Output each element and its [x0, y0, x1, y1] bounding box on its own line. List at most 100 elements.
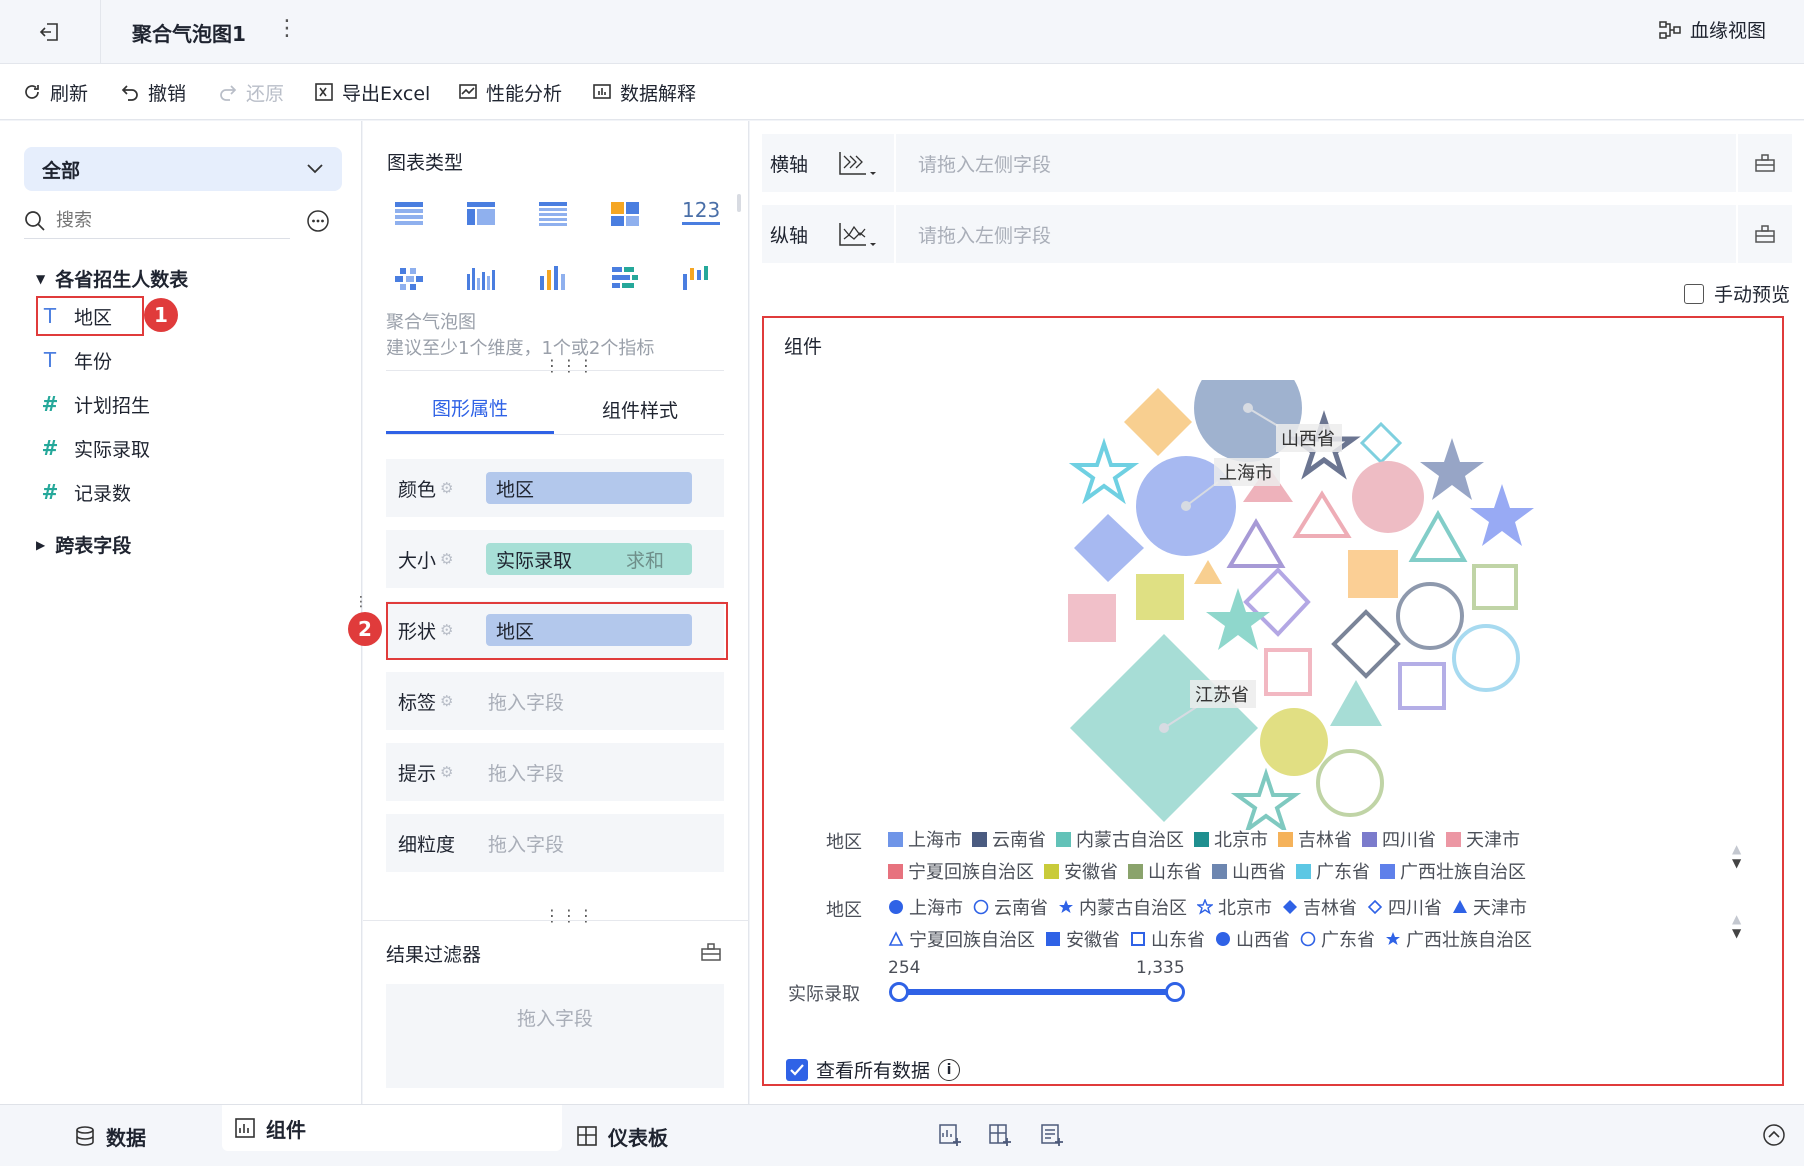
shape-legend-item[interactable]: 云南省	[973, 894, 1048, 920]
legend-scroll-down-icon[interactable]: ▼	[1732, 926, 1741, 940]
color-legend-item[interactable]: 北京市	[1194, 826, 1268, 852]
view-all-data-checkbox[interactable]	[786, 1058, 808, 1081]
undo-button[interactable]: 撤销	[120, 64, 186, 120]
shape-legend-item[interactable]: 四川省	[1367, 894, 1442, 920]
y-axis-settings-icon[interactable]	[1738, 224, 1792, 244]
field-item-year[interactable]: T 年份	[40, 342, 112, 378]
waterfall-chart-icon[interactable]	[682, 264, 712, 292]
manual-preview-toggle[interactable]: 手动预览	[1684, 280, 1790, 307]
redo-button[interactable]: 还原	[218, 64, 284, 120]
bubble-diamond-hollow[interactable]	[1359, 421, 1403, 465]
cross-table-node[interactable]: ▶ 跨表字段	[36, 531, 131, 558]
multi-bar-chart-icon[interactable]	[466, 264, 496, 292]
bubble-square-hollow-green[interactable]	[1472, 564, 1518, 610]
x-axis-dropzone[interactable]: 请拖入左侧字段	[896, 150, 1736, 177]
gear-icon[interactable]: ⚙	[440, 550, 453, 568]
y-axis-dropzone[interactable]: 请拖入左侧字段	[896, 221, 1736, 248]
bubble-square-pink[interactable]	[1068, 594, 1116, 642]
detail-table-chart-icon[interactable]	[538, 200, 568, 228]
x-axis-type-icon[interactable]	[824, 148, 888, 178]
bubble-square-yellow[interactable]	[1136, 574, 1184, 620]
performance-analysis-button[interactable]: 性能分析	[458, 64, 562, 120]
search-input[interactable]	[56, 210, 256, 231]
bubble-jilin[interactable]	[1124, 388, 1192, 456]
bubble-pink-circle[interactable]	[1352, 461, 1424, 533]
field-item-planned[interactable]: # 计划招生	[40, 386, 150, 422]
color-field-pill[interactable]: 地区	[486, 472, 692, 504]
shape-legend-item[interactable]: 吉林省	[1282, 894, 1357, 920]
shape-legend-item[interactable]: 上海市	[888, 894, 963, 920]
view-all-data-toggle[interactable]: 查看所有数据 i	[786, 1056, 961, 1083]
tab-data[interactable]: 数据	[74, 1105, 146, 1166]
tab-component-style[interactable]: 组件样式	[556, 384, 724, 434]
info-icon[interactable]: i	[938, 1058, 961, 1081]
bubble-circle-hollow-green[interactable]	[1316, 749, 1384, 817]
gear-icon[interactable]: ⚙	[440, 763, 453, 781]
table-tree-node[interactable]: ▼ 各省招生人数表	[36, 265, 188, 292]
export-excel-button[interactable]: 导出Excel	[314, 64, 430, 120]
bubble-star-hollow-teal[interactable]	[1230, 767, 1302, 830]
bubble-star-filled[interactable]	[1420, 438, 1484, 500]
shape-legend-item[interactable]: 广东省	[1300, 926, 1375, 952]
shape-legend-item[interactable]: 山东省	[1130, 926, 1205, 952]
size-field-pill[interactable]: 实际录取 求和	[486, 543, 692, 575]
bubble-tri-small[interactable]	[1194, 560, 1222, 584]
resize-handle[interactable]: ⋮⋮⋮	[544, 356, 595, 375]
color-bar-chart-icon[interactable]	[538, 264, 568, 292]
legend-scroll-up-icon[interactable]: ▲	[1732, 912, 1741, 926]
color-legend-item[interactable]: 吉林省	[1278, 826, 1352, 852]
result-filter-dropzone[interactable]: 拖入字段	[386, 984, 724, 1088]
color-legend-item[interactable]: 山西省	[1212, 858, 1286, 884]
bubble-tri-hollow-pink[interactable]	[1292, 490, 1352, 538]
color-legend-item[interactable]: 宁夏回族自治区	[888, 858, 1034, 884]
color-legend-item[interactable]: 安徽省	[1044, 858, 1118, 884]
tab-component[interactable]: 组件	[234, 1105, 306, 1151]
lineage-view-button[interactable]: 血缘视图	[1658, 16, 1766, 43]
table-select-dropdown[interactable]: 全部	[24, 147, 342, 191]
gear-icon[interactable]: ⚙	[440, 479, 453, 497]
drop-field-placeholder[interactable]: 拖入字段	[486, 759, 564, 786]
tab-dashboard[interactable]: 仪表板	[576, 1105, 668, 1166]
more-menu-icon[interactable]: ⋮	[276, 16, 298, 41]
shape-legend-item[interactable]: 天津市	[1452, 894, 1527, 920]
bubble-blue-star[interactable]	[1470, 484, 1534, 546]
add-component-icon[interactable]	[988, 1123, 1012, 1147]
bubble-square-hollow-pink[interactable]	[1264, 648, 1312, 696]
shape-legend-item[interactable]: 宁夏回族自治区	[888, 926, 1035, 952]
color-legend-item[interactable]: 天津市	[1446, 826, 1520, 852]
bubble-diamond-blue[interactable]	[1074, 514, 1144, 582]
shape-legend-item[interactable]: 山西省	[1215, 926, 1290, 952]
field-item-count[interactable]: # 记录数	[40, 474, 131, 510]
bubble-diamond-hollow-purple[interactable]	[1243, 567, 1311, 637]
y-axis-type-icon[interactable]	[824, 219, 888, 249]
drop-field-placeholder[interactable]: 拖入字段	[486, 830, 564, 857]
back-icon[interactable]	[38, 20, 62, 44]
grouped-table-chart-icon[interactable]	[394, 264, 424, 292]
table-chart-icon[interactable]	[394, 200, 424, 228]
legend-scroll-up-icon[interactable]: ▲	[1732, 842, 1741, 856]
size-legend-min-handle[interactable]	[889, 982, 909, 1002]
resize-handle[interactable]: ⋮⋮⋮	[544, 906, 595, 925]
bubble-tri-hollow-teal[interactable]	[1408, 509, 1468, 562]
treemap-chart-icon[interactable]	[610, 200, 640, 228]
bubble-square-hollow-purple[interactable]	[1398, 662, 1446, 710]
color-legend-item[interactable]: 四川省	[1362, 826, 1436, 852]
size-legend-max-handle[interactable]	[1165, 982, 1185, 1002]
bubble-tri-teal[interactable]	[1330, 680, 1382, 726]
bubble-star-teal[interactable]	[1206, 588, 1270, 650]
shape-legend-item[interactable]: 北京市	[1197, 894, 1272, 920]
shape-legend-item[interactable]: 广西壮族自治区	[1385, 926, 1532, 952]
data-explain-button[interactable]: 数据解释	[592, 64, 696, 120]
bubble-square-orange[interactable]	[1348, 550, 1398, 598]
bubble-circle-yellow[interactable]	[1260, 708, 1328, 776]
number-chart-icon[interactable]: 123	[682, 198, 721, 225]
refresh-button[interactable]: 刷新	[22, 64, 88, 120]
shape-legend-item[interactable]: 安徽省	[1045, 926, 1120, 952]
x-axis-settings-icon[interactable]	[1738, 153, 1792, 173]
tab-graphic-properties[interactable]: 图形属性	[386, 384, 554, 434]
more-options-icon[interactable]	[306, 209, 330, 233]
bubble-tri-hollow-purple[interactable]	[1226, 518, 1286, 568]
field-item-actual[interactable]: # 实际录取	[40, 430, 150, 466]
collapse-up-icon[interactable]	[1762, 1123, 1786, 1147]
gear-icon[interactable]: ⚙	[440, 692, 453, 710]
